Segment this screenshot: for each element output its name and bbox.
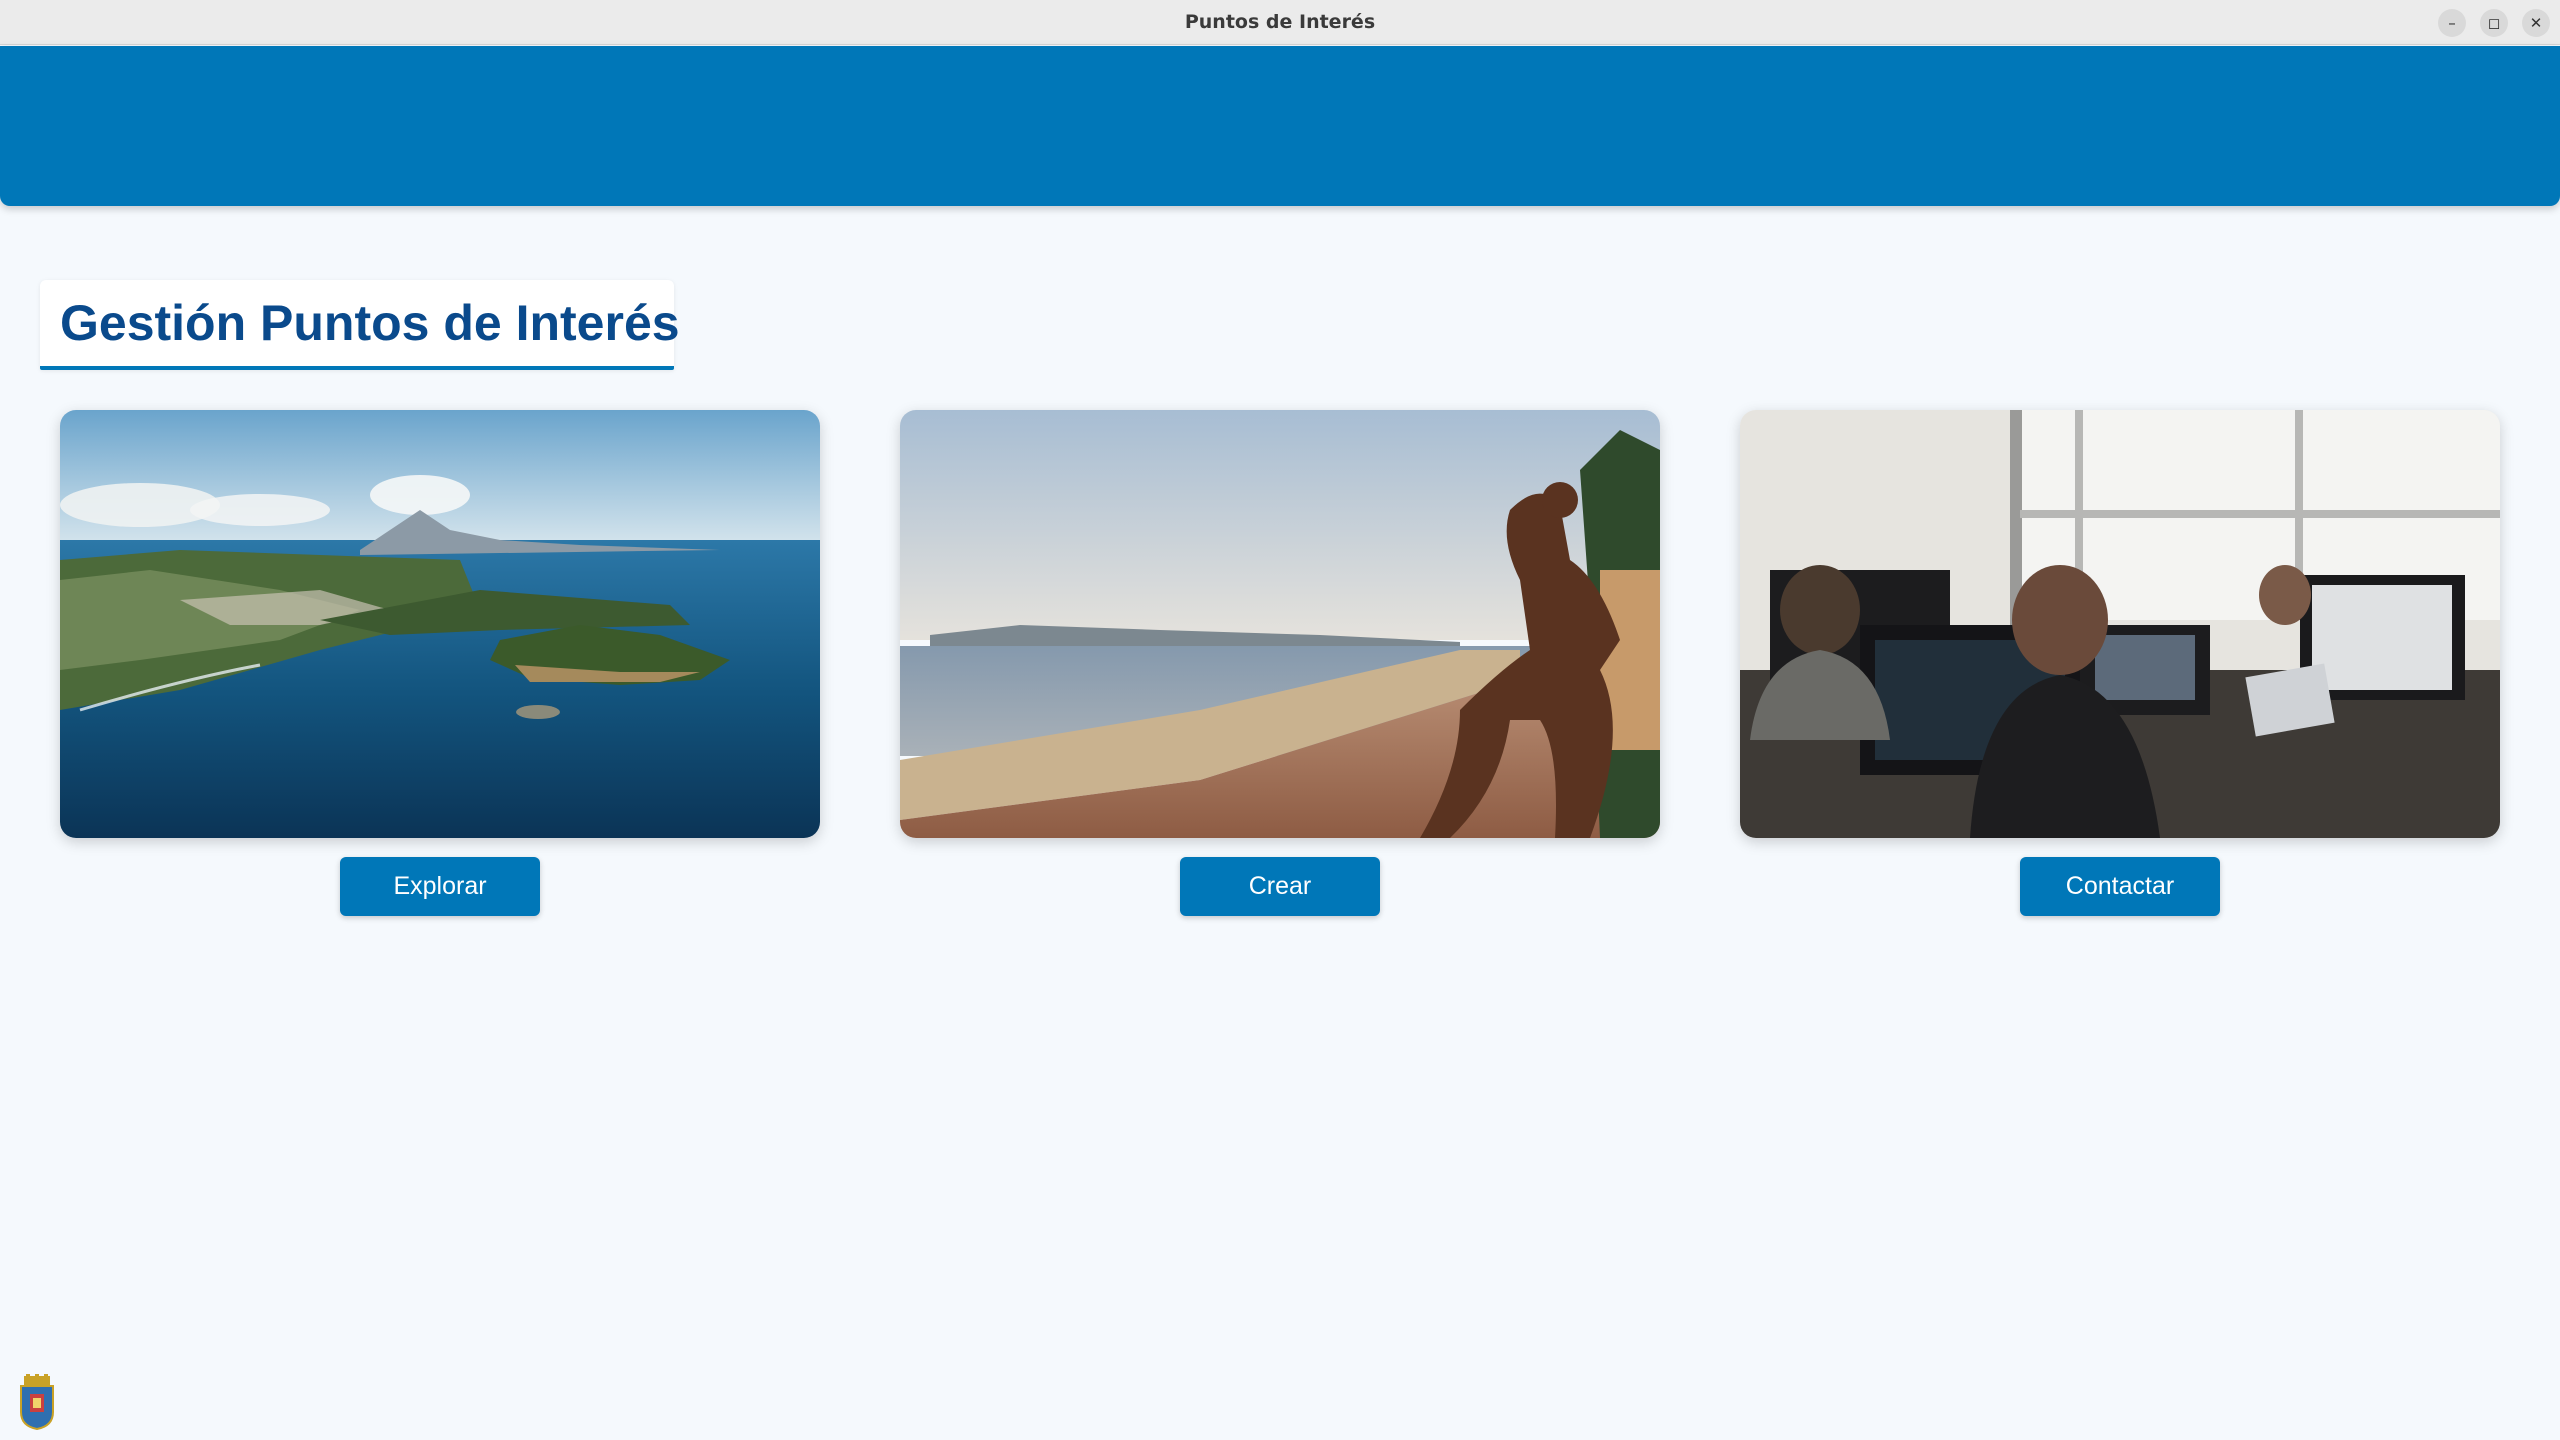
page-title: Gestión Puntos de Interés: [60, 295, 680, 351]
close-button[interactable]: ✕: [2522, 9, 2550, 37]
page-title-container: Gestión Puntos de Interés: [40, 280, 680, 370]
card-image-coastline: [60, 410, 820, 838]
seafront-promenade-sculpture-photo: [900, 410, 1660, 838]
window-titlebar: Puntos de Interés – ◻ ✕: [0, 0, 2560, 45]
maximize-button[interactable]: ◻: [2480, 9, 2508, 37]
card-image-promenade: [900, 410, 1660, 838]
explore-button[interactable]: Explorar: [340, 857, 540, 916]
coastline-aerial-photo: [60, 410, 820, 838]
town-crest-icon: [16, 1374, 58, 1431]
create-button[interactable]: Crear: [1180, 857, 1380, 916]
office-workers-computers-photo: [1740, 410, 2500, 838]
contact-button[interactable]: Contactar: [2020, 857, 2220, 916]
app-header-banner: [0, 46, 2560, 206]
card-image-office: [1740, 410, 2500, 838]
minimize-button[interactable]: –: [2438, 9, 2466, 37]
window-title: Puntos de Interés: [1184, 11, 1376, 33]
